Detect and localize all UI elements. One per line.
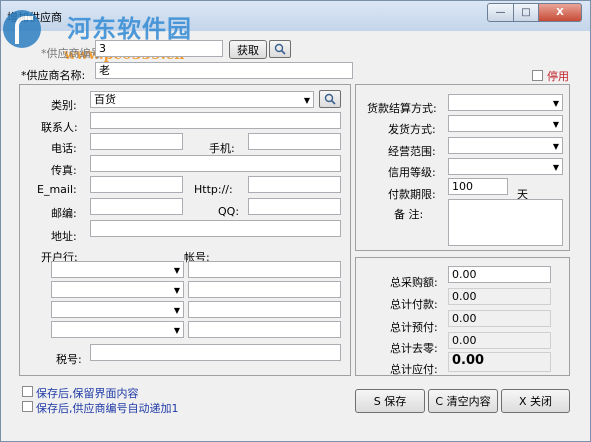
business-scope-select[interactable]: ▼	[448, 137, 563, 154]
total-prepaid-label: 总计预付:	[390, 321, 438, 334]
clear-button[interactable]: C 清空内容	[428, 389, 498, 413]
bank-select-2[interactable]: ▼	[51, 281, 184, 298]
total-payable-label: 总计应付:	[390, 363, 438, 376]
phone-label: 电话:	[51, 142, 77, 155]
dropdown-arrow-icon: ▼	[173, 286, 180, 295]
total-writeoff-label: 总计去零:	[390, 342, 438, 355]
keep-content-label: 保存后,保留界面内容	[36, 387, 139, 400]
category-label: 类别:	[51, 99, 77, 112]
disable-checkbox[interactable]	[532, 70, 543, 81]
total-purchase-label: 总采购额:	[390, 276, 438, 289]
payment-term-input[interactable]: 100	[448, 178, 508, 195]
search-icon	[324, 93, 336, 105]
total-writeoff-field: 0.00	[448, 332, 551, 349]
dropdown-arrow-icon: ▼	[552, 142, 559, 151]
http-label: Http://:	[194, 183, 233, 196]
category-search-button[interactable]	[319, 90, 341, 108]
supplier-name-input[interactable]: 老	[95, 62, 353, 79]
disable-label: 停用	[547, 70, 569, 83]
search-icon	[274, 43, 286, 55]
phone-input[interactable]	[90, 133, 183, 150]
payment-method-select[interactable]: ▼	[448, 94, 563, 111]
address-label: 地址:	[51, 230, 77, 243]
maximize-icon[interactable]: □	[514, 3, 539, 22]
account-input-4[interactable]	[188, 321, 341, 338]
supplier-window: 增加供应商 — □ X 河东软件园 www.pc0359.cn *供应商编号: …	[0, 0, 591, 442]
minimize-icon[interactable]: —	[487, 3, 514, 22]
account-input-2[interactable]	[188, 281, 341, 298]
total-prepaid-field: 0.00	[448, 310, 551, 327]
credit-level-select[interactable]: ▼	[448, 158, 563, 175]
email-input[interactable]	[90, 176, 183, 193]
bank-select-3[interactable]: ▼	[51, 301, 184, 318]
shipping-method-label: 发货方式:	[388, 123, 436, 136]
watermark-logo-icon	[3, 10, 41, 48]
save-button[interactable]: S 保存	[355, 389, 425, 413]
auto-increment-checkbox[interactable]	[22, 401, 33, 412]
supplier-search-button[interactable]	[269, 40, 291, 58]
contact-input[interactable]	[90, 112, 341, 129]
payment-term-label: 付款期限:	[388, 188, 436, 201]
keep-content-checkbox[interactable]	[22, 386, 33, 397]
auto-increment-label: 保存后,供应商编号自动递加1	[36, 402, 179, 415]
business-scope-label: 经营范围:	[388, 145, 436, 158]
category-select[interactable]: 百货 ▼	[90, 91, 314, 108]
total-paid-label: 总计付款:	[390, 298, 438, 311]
dropdown-arrow-icon: ▼	[173, 326, 180, 335]
fax-input[interactable]	[90, 155, 341, 172]
account-input-3[interactable]	[188, 301, 341, 318]
total-payable-field: 0.00	[448, 352, 551, 372]
zip-input[interactable]	[90, 198, 183, 215]
watermark-name: 河东软件园	[67, 14, 192, 43]
total-paid-field: 0.00	[448, 288, 551, 305]
tax-input[interactable]	[90, 344, 341, 361]
total-purchase-field[interactable]: 0.00	[448, 266, 551, 283]
contact-label: 联系人:	[41, 121, 78, 134]
dropdown-arrow-icon: ▼	[303, 96, 310, 105]
bank-select-1[interactable]: ▼	[51, 261, 184, 278]
fax-label: 传真:	[51, 164, 77, 177]
tax-label: 税号:	[56, 353, 82, 366]
credit-level-label: 信用等级:	[388, 166, 436, 179]
payment-method-label: 货款结算方式:	[367, 102, 437, 115]
qq-input[interactable]	[248, 198, 341, 215]
zip-label: 邮编:	[51, 207, 77, 220]
dropdown-arrow-icon: ▼	[552, 120, 559, 129]
email-label: E_mail:	[37, 183, 77, 196]
fetch-button[interactable]: 获取	[229, 40, 267, 59]
mobile-label: 手机:	[209, 142, 235, 155]
window-controls: — □ X	[487, 3, 582, 22]
close-button[interactable]: X 关闭	[501, 389, 570, 413]
remark-label: 备 注:	[394, 208, 424, 221]
dropdown-arrow-icon: ▼	[552, 163, 559, 172]
supplier-name-label: *供应商名称:	[21, 69, 86, 82]
account-input-1[interactable]	[188, 261, 341, 278]
dropdown-arrow-icon: ▼	[173, 266, 180, 275]
remark-textarea[interactable]	[448, 199, 563, 246]
qq-label: QQ:	[218, 205, 240, 218]
bank-select-4[interactable]: ▼	[51, 321, 184, 338]
shipping-method-select[interactable]: ▼	[448, 115, 563, 132]
dropdown-arrow-icon: ▼	[173, 306, 180, 315]
http-input[interactable]	[248, 176, 341, 193]
close-icon[interactable]: X	[539, 3, 582, 22]
supplier-no-input[interactable]: 3	[95, 40, 223, 57]
address-input[interactable]	[90, 220, 341, 237]
dropdown-arrow-icon: ▼	[552, 99, 559, 108]
category-value: 百货	[94, 93, 116, 106]
mobile-input[interactable]	[248, 133, 341, 150]
